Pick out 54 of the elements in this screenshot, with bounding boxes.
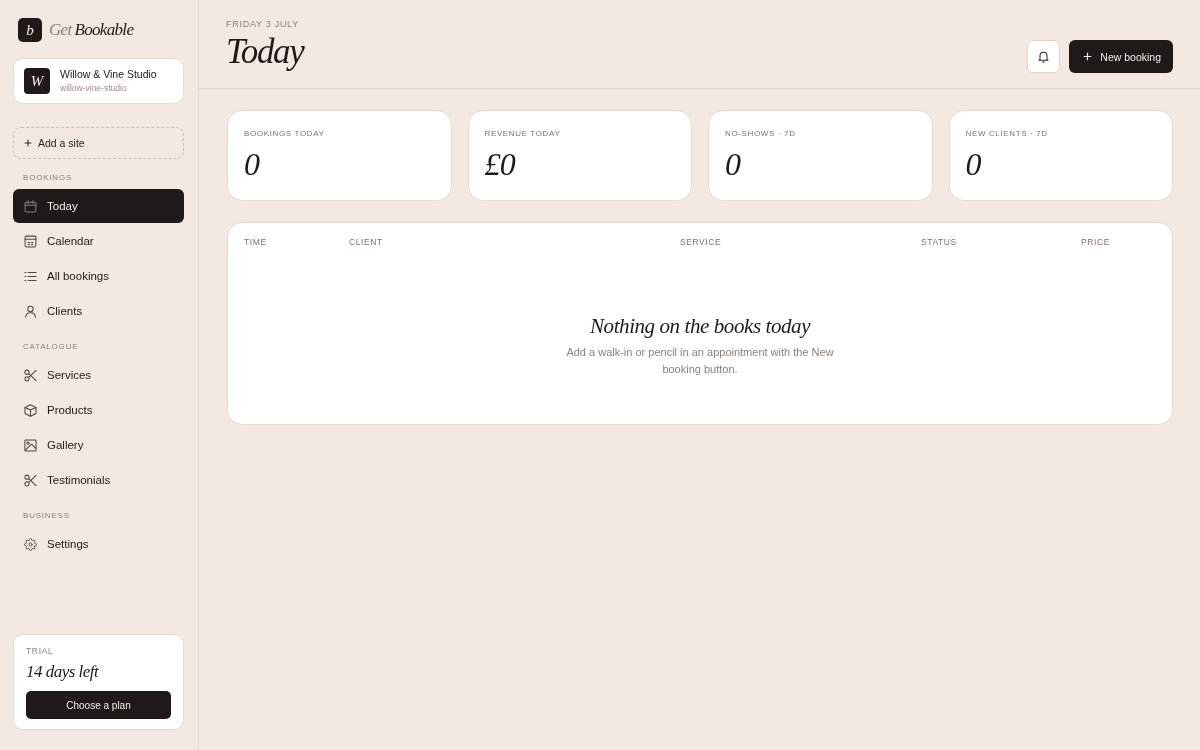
empty-state-message: Add a walk-in or pencil in an appointment with the New booking button. bbox=[565, 345, 835, 377]
scissors-icon bbox=[24, 473, 37, 487]
site-slug: willow-vine-studio bbox=[60, 83, 128, 94]
section-label: BUSINESS bbox=[23, 511, 71, 521]
new-booking-button[interactable]: New booking bbox=[1069, 40, 1173, 73]
plus-icon bbox=[24, 139, 32, 147]
stat-label: REVENUE TODAY bbox=[484, 129, 562, 139]
image-icon bbox=[24, 438, 37, 452]
stat-label: BOOKINGS TODAY bbox=[244, 129, 326, 139]
add-site-button[interactable]: Add a site bbox=[13, 127, 184, 159]
nav-item[interactable]: Clients bbox=[13, 294, 184, 328]
choose-plan-button[interactable]: Choose a plan bbox=[26, 691, 171, 719]
logo-mark: b bbox=[18, 18, 42, 42]
trial-days-left: 14 days left bbox=[26, 661, 100, 683]
nav-item[interactable]: Calendar bbox=[13, 224, 184, 258]
stat-value: 0 bbox=[244, 145, 261, 184]
user-icon bbox=[24, 304, 37, 318]
empty-state-title: Nothing on the books today bbox=[589, 313, 811, 340]
page-title: Today bbox=[226, 31, 304, 73]
brand-name: Bookable bbox=[74, 20, 134, 40]
page-date: FRIDAY 3 JULY bbox=[226, 18, 300, 30]
box-icon bbox=[24, 403, 37, 417]
notifications-button[interactable] bbox=[1027, 40, 1061, 73]
stat-value: £0 bbox=[484, 145, 517, 184]
site-avatar: W bbox=[24, 68, 50, 94]
section-label: CATALOGUE bbox=[23, 342, 80, 352]
column-header: SERVICE bbox=[680, 237, 722, 248]
column-header: STATUS bbox=[921, 237, 957, 248]
stat-label: NO-SHOWS · 7D bbox=[725, 129, 797, 139]
nav-item[interactable]: Gallery bbox=[13, 428, 184, 462]
site-card[interactable]: W Willow & Vine Studio willow-vine-studio bbox=[13, 58, 184, 104]
section-label: BOOKINGS bbox=[23, 173, 74, 183]
trial-label: TRIAL bbox=[26, 646, 55, 657]
stat-value: 0 bbox=[965, 145, 982, 184]
calendar-icon bbox=[24, 199, 37, 213]
nav-item[interactable]: Settings bbox=[13, 527, 184, 561]
calendar-icon bbox=[24, 234, 37, 248]
column-header: CLIENT bbox=[349, 237, 383, 248]
nav-item[interactable]: Today bbox=[13, 189, 184, 223]
nav-item[interactable]: All bookings bbox=[13, 259, 184, 293]
column-header: PRICE bbox=[1081, 237, 1110, 248]
brand-prefix: Get bbox=[49, 20, 72, 40]
bell-icon bbox=[1038, 50, 1050, 63]
scissors-icon bbox=[24, 368, 37, 382]
nav-item[interactable]: Testimonials bbox=[13, 463, 184, 497]
settings-icon bbox=[24, 537, 37, 551]
column-header: TIME bbox=[244, 237, 267, 248]
stat-value: 0 bbox=[725, 145, 742, 184]
nav-item[interactable]: Services bbox=[13, 358, 184, 392]
site-name: Willow & Vine Studio bbox=[60, 68, 157, 81]
nav-item[interactable]: Products bbox=[13, 393, 184, 427]
stat-label: NEW CLIENTS · 7D bbox=[965, 129, 1049, 139]
plus-icon bbox=[1083, 52, 1093, 61]
list-icon bbox=[24, 269, 37, 283]
